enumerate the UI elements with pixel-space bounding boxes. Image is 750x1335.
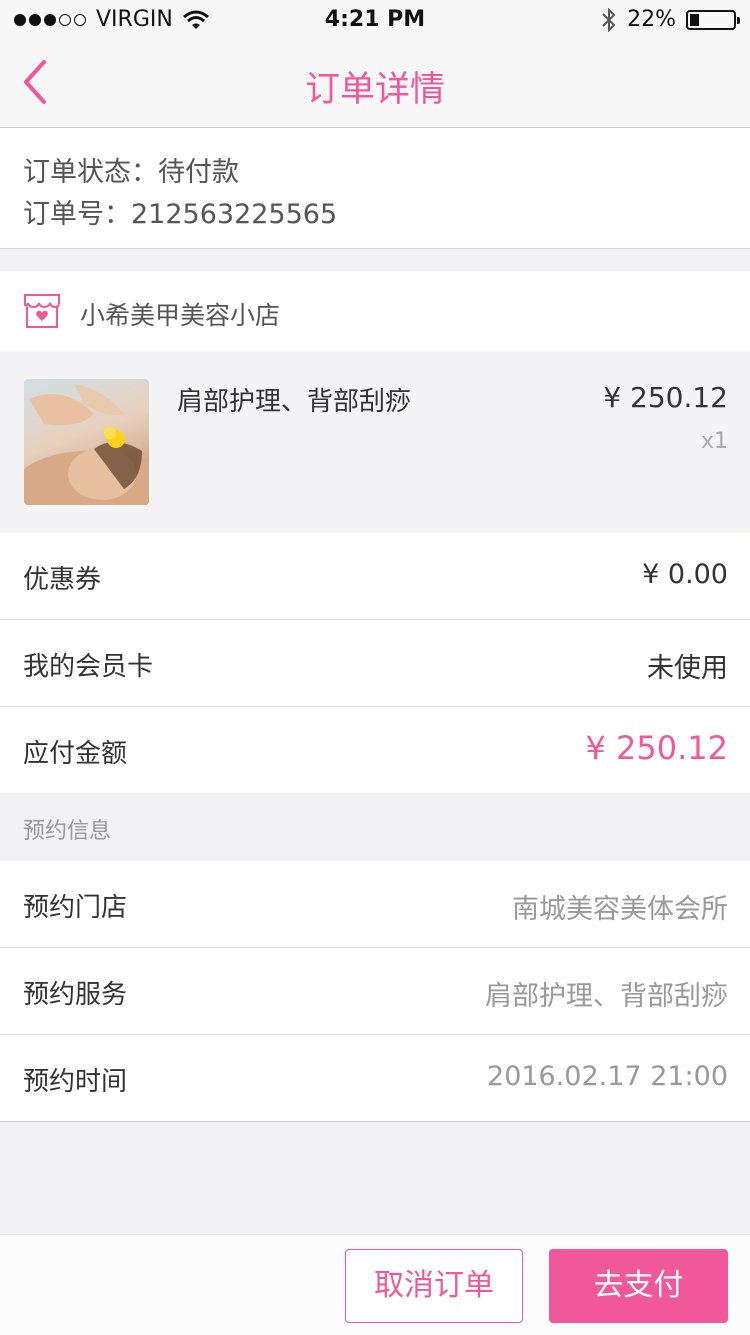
status-bar: VIRGIN 4:21 PM 22% [0, 0, 750, 40]
order-info: 订单状态：待付款 订单号：212563225565 [0, 128, 750, 249]
bluetooth-icon [602, 7, 616, 32]
row-label: 优惠券 [23, 565, 102, 595]
coupon-row[interactable]: 优惠券 ¥ 0.00 [0, 533, 750, 620]
product-price: ¥ 250.12 [603, 381, 728, 414]
row-label: 我的会员卡 [23, 652, 154, 682]
shop-icon [24, 294, 60, 328]
row-label: 预约服务 [23, 980, 128, 1010]
booking-time-value: 2016.02.17 21:00 [487, 1061, 728, 1092]
amount-due-value: ¥ 250.12 [585, 729, 729, 767]
product-item[interactable]: 肩部护理、背部刮痧 ¥ 250.12 x1 [0, 351, 750, 533]
booking-store-value: 南城美容美体会所 [512, 894, 728, 925]
product-quantity: x1 [700, 429, 728, 454]
product-name: 肩部护理、背部刮痧 [177, 387, 412, 417]
order-summary: 优惠券 ¥ 0.00 我的会员卡 未使用 应付金额 ¥ 250.12 [0, 533, 750, 794]
order-status: 订单状态：待付款 [23, 157, 239, 188]
battery-percent: 22% [627, 7, 676, 32]
booking-section-header: 预约信息 [0, 793, 750, 861]
action-bar: 取消订单 去支付 [0, 1234, 750, 1335]
section-title: 预约信息 [23, 819, 112, 844]
cancel-order-button[interactable]: 取消订单 [345, 1249, 523, 1323]
order-number: 订单号：212563225565 [23, 199, 338, 230]
member-card-row[interactable]: 我的会员卡 未使用 [0, 620, 750, 707]
battery-icon [686, 9, 740, 30]
member-card-value: 未使用 [647, 653, 728, 684]
amount-due-row: 应付金额 ¥ 250.12 [0, 707, 750, 794]
page-title: 订单详情 [304, 70, 445, 110]
booking-store-row: 预约门店 南城美容美体会所 [0, 861, 750, 948]
row-label: 预约时间 [23, 1067, 128, 1097]
row-label: 应付金额 [23, 739, 128, 769]
product-thumbnail [24, 379, 149, 505]
booking-service-row: 预约服务 肩部护理、背部刮痧 [0, 948, 750, 1035]
status-right: 22% [601, 7, 740, 32]
booking-service-value: 肩部护理、背部刮痧 [485, 981, 728, 1012]
coupon-value: ¥ 0.00 [642, 559, 728, 590]
shop-name: 小希美甲美容小店 [80, 301, 281, 330]
booking-info: 预约门店 南城美容美体会所 预约服务 肩部护理、背部刮痧 预约时间 2016.0… [0, 861, 750, 1122]
shop-header[interactable]: 小希美甲美容小店 [0, 271, 750, 351]
row-label: 预约门店 [23, 893, 128, 923]
booking-time-row: 预约时间 2016.02.17 21:00 [0, 1035, 750, 1122]
battery-level [690, 13, 699, 26]
pay-button[interactable]: 去支付 [549, 1249, 728, 1323]
nav-bar: 订单详情 [0, 40, 750, 128]
